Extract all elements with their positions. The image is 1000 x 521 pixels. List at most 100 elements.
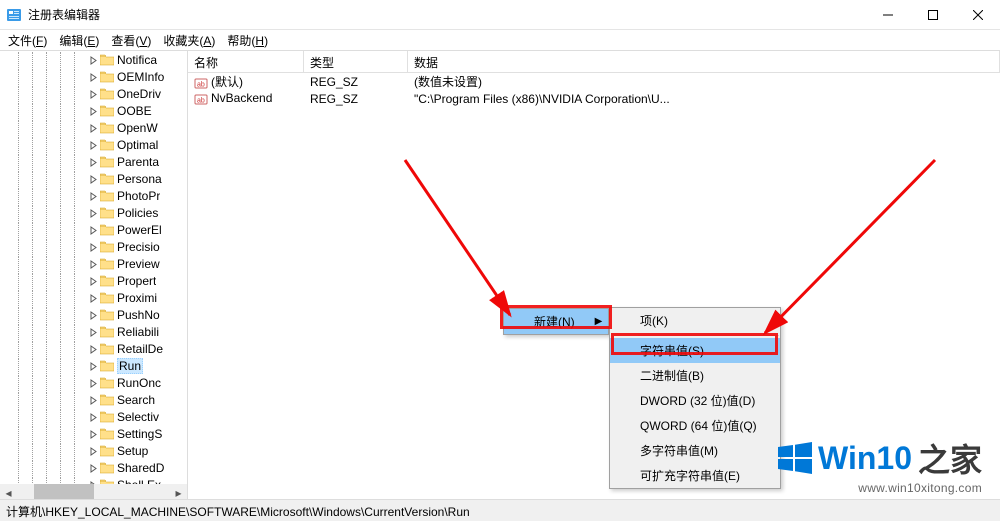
expand-icon[interactable] <box>88 191 99 202</box>
context-submenu: 项(K) 字符串值(S) 二进制值(B) DWORD (32 位)值(D) QW… <box>609 307 781 489</box>
ctx-string[interactable]: 字符串值(S) <box>610 338 780 363</box>
tree-item[interactable]: PhotoPr <box>4 188 187 204</box>
tree-label: Run <box>117 358 143 374</box>
tree-item[interactable]: OOBE <box>4 103 187 119</box>
tree-item[interactable]: Shell Ex <box>4 477 187 484</box>
tree-label: Parenta <box>117 155 159 169</box>
watermark: Win10之家 www.win10xitong.com <box>778 435 982 495</box>
ctx-separator <box>638 335 779 336</box>
ctx-multi[interactable]: 多字符串值(M) <box>610 438 780 463</box>
expand-icon[interactable] <box>88 395 99 406</box>
tree-label: PhotoPr <box>117 189 160 203</box>
tree-item[interactable]: Proximi <box>4 290 187 306</box>
list-row[interactable]: ab(默认)REG_SZ(数值未设置) <box>188 73 1000 90</box>
tree-label: PowerEl <box>117 223 162 237</box>
expand-icon[interactable] <box>88 276 99 287</box>
expand-icon[interactable] <box>88 412 99 423</box>
tree-item[interactable]: SharedD <box>4 460 187 476</box>
menu-bar: 文件(F) 编辑(E) 查看(V) 收藏夹(A) 帮助(H) <box>0 30 1000 50</box>
tree-item[interactable]: Run <box>4 358 187 374</box>
tree-panel: NotificaOEMInfoOneDriv OOBE OpenWOptimal Pa… <box>0 51 188 499</box>
ctx-qword[interactable]: QWORD (64 位)值(Q) <box>610 413 780 438</box>
cell-name: abNvBackend <box>188 91 304 106</box>
tree-item[interactable]: Preview <box>4 256 187 272</box>
tree-label: PushNo <box>117 308 160 322</box>
expand-icon[interactable] <box>88 157 99 168</box>
tree-item[interactable]: Reliabili <box>4 324 187 340</box>
tree-item[interactable]: Selectiv <box>4 409 187 425</box>
ctx-binary[interactable]: 二进制值(B) <box>610 363 780 388</box>
cell-data: "C:\Program Files (x86)\NVIDIA Corporati… <box>408 92 1000 106</box>
tree-item[interactable]: Optimal <box>4 137 187 153</box>
expand-icon[interactable] <box>88 310 99 321</box>
tree-item[interactable]: SettingS <box>4 426 187 442</box>
expand-icon[interactable] <box>88 225 99 236</box>
expand-icon[interactable] <box>88 327 99 338</box>
expand-icon[interactable] <box>88 361 99 372</box>
ctx-key[interactable]: 项(K) <box>610 308 780 333</box>
tree-scroll[interactable]: NotificaOEMInfoOneDriv OOBE OpenWOptimal Pa… <box>0 51 187 484</box>
close-button[interactable] <box>955 0 1000 30</box>
expand-icon[interactable] <box>88 208 99 219</box>
column-type[interactable]: 类型 <box>304 51 408 72</box>
expand-icon[interactable] <box>88 378 99 389</box>
tree-item[interactable]: Parenta <box>4 154 187 170</box>
menu-edit[interactable]: 编辑(E) <box>55 30 103 51</box>
window-title: 注册表编辑器 <box>28 6 865 23</box>
expand-icon[interactable] <box>88 123 99 134</box>
tree-item[interactable]: Persona <box>4 171 187 187</box>
expand-icon[interactable] <box>88 140 99 151</box>
ctx-new-label: 新建(N) <box>534 313 575 330</box>
tree-label: Selectiv <box>117 410 159 424</box>
cell-name: ab(默认) <box>188 73 304 90</box>
expand-icon[interactable] <box>88 446 99 457</box>
maximize-button[interactable] <box>910 0 955 30</box>
scroll-left-icon[interactable]: ◂ <box>0 484 17 499</box>
ctx-dword[interactable]: DWORD (32 位)值(D) <box>610 388 780 413</box>
tree-item[interactable]: Setup <box>4 443 187 459</box>
scroll-right-icon[interactable]: ▸ <box>170 484 187 499</box>
ctx-new[interactable]: 新建(N) ▶ <box>504 309 608 334</box>
expand-icon[interactable] <box>88 429 99 440</box>
tree-horizontal-scrollbar[interactable]: ◂ ▸ <box>0 484 187 499</box>
menu-favorites[interactable]: 收藏夹(A) <box>159 30 219 51</box>
menu-view[interactable]: 查看(V) <box>107 30 155 51</box>
tree-item[interactable]: Notifica <box>4 52 187 68</box>
minimize-button[interactable] <box>865 0 910 30</box>
column-name[interactable]: 名称 <box>188 51 304 72</box>
tree-label: RunOnc <box>117 376 161 390</box>
tree-item[interactable]: RunOnc <box>4 375 187 391</box>
ctx-expand[interactable]: 可扩充字符串值(E) <box>610 463 780 488</box>
menu-file[interactable]: 文件(F) <box>4 30 51 51</box>
windows-logo-icon <box>778 441 812 475</box>
tree-item[interactable]: OEMInfo <box>4 69 187 85</box>
column-data[interactable]: 数据 <box>408 51 1000 72</box>
tree-label: OOBE <box>117 104 152 118</box>
list-row[interactable]: abNvBackendREG_SZ"C:\Program Files (x86)… <box>188 90 1000 107</box>
tree-item[interactable]: PowerEl <box>4 222 187 238</box>
expand-icon[interactable] <box>88 106 99 117</box>
menu-help[interactable]: 帮助(H) <box>223 30 272 51</box>
expand-icon[interactable] <box>88 242 99 253</box>
tree-item[interactable]: Search <box>4 392 187 408</box>
tree-item[interactable]: OpenW <box>4 120 187 136</box>
tree-item[interactable]: RetailDe <box>4 341 187 357</box>
tree-item[interactable]: Policies <box>4 205 187 221</box>
expand-icon[interactable] <box>88 55 99 66</box>
scroll-thumb[interactable] <box>34 484 94 499</box>
expand-icon[interactable] <box>88 174 99 185</box>
expand-icon[interactable] <box>88 89 99 100</box>
tree-label: SharedD <box>117 461 164 475</box>
tree-item[interactable]: OneDriv <box>4 86 187 102</box>
status-bar: 计算机\HKEY_LOCAL_MACHINE\SOFTWARE\Microsof… <box>0 499 1000 521</box>
expand-icon[interactable] <box>88 463 99 474</box>
expand-icon[interactable] <box>88 293 99 304</box>
tree-item[interactable]: PushNo <box>4 307 187 323</box>
tree-item[interactable]: Propert <box>4 273 187 289</box>
expand-icon[interactable] <box>88 72 99 83</box>
expand-icon[interactable] <box>88 259 99 270</box>
expand-icon[interactable] <box>88 344 99 355</box>
tree-label: RetailDe <box>117 342 163 356</box>
tree-item[interactable]: Precisio <box>4 239 187 255</box>
list-header: 名称 类型 数据 <box>188 51 1000 73</box>
